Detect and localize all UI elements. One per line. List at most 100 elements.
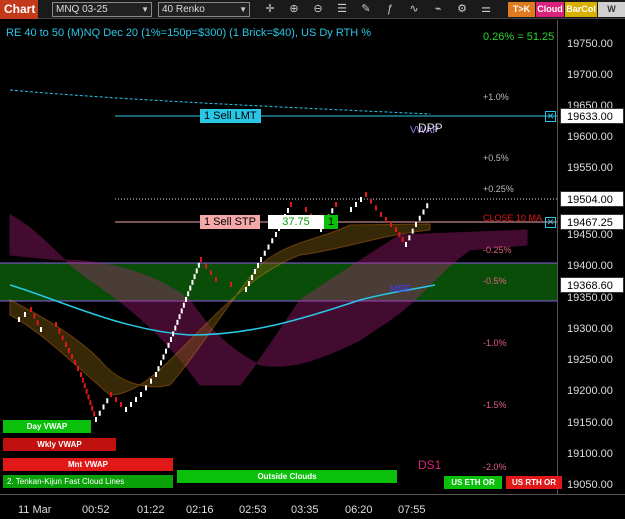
time-label: 07:55 [398,504,426,516]
renko-down-brick [230,282,232,287]
tenkan-kijun-legend[interactable]: 2. Tenkan-Kijun Fast Cloud Lines [3,475,173,488]
price-label: 19050.00 [567,479,613,491]
renko-up-brick [160,360,162,366]
renko-down-brick [55,322,57,327]
renko-down-brick [115,397,117,402]
renko-down-brick [120,402,122,407]
position-pnl[interactable]: 37.75 [268,215,324,229]
renko-down-brick [71,354,73,359]
renko-down-brick [80,372,82,377]
renko-down-brick [375,205,377,211]
sell-limit-order[interactable]: 1 Sell LMT [200,109,261,123]
chart-header-right: 0.26% = 51.25 [483,31,555,43]
renko-down-brick [365,192,367,197]
renko-down-brick [380,212,382,217]
renko-up-brick [263,250,266,256]
us-eth-or-legend[interactable]: US ETH OR [444,476,502,489]
price-label: 19250.00 [567,354,613,366]
renko-up-brick [271,238,274,244]
renko-up-brick [98,410,101,416]
renko-up-brick [162,354,165,360]
renko-up-brick [155,372,157,377]
time-label: 03:35 [291,504,319,516]
percent-level: +0.25% [483,184,514,194]
renko-down-brick [61,335,64,341]
renko-up-brick [180,308,183,314]
renko-up-brick [415,222,417,227]
renko-up-brick [418,215,421,221]
renko-down-brick [305,207,307,212]
renko-down-brick [33,313,36,319]
renko-up-brick [275,232,277,237]
price-label: 19100.00 [567,448,613,460]
us-rth-or-legend[interactable]: US RTH OR [506,476,562,489]
time-label: 01:22 [137,504,165,516]
renko-down-brick [68,348,70,353]
renko-down-brick [395,227,397,232]
renko-up-brick [245,287,247,292]
wkly-vwap-legend[interactable]: Wkly VWAP [3,438,116,451]
price-label: 19200.00 [567,385,613,397]
price-label: 19600.00 [567,131,613,143]
renko-up-brick [140,392,142,397]
day-vwap-legend[interactable]: Day VWAP [3,420,91,433]
renko-up-brick [287,208,289,213]
renko-down-brick [385,217,387,222]
price-marker-stp: 19467.25 [560,214,624,230]
close-icon[interactable]: ✕ [545,217,556,228]
outside-clouds-legend[interactable]: Outside Clouds [177,470,397,483]
renko-up-brick [170,337,172,342]
renko-down-brick [205,263,207,269]
percent-level: +0.5% [483,153,509,163]
renko-down-brick [83,383,86,389]
percent-level: -1.0% [483,338,507,348]
renko-down-brick [91,405,94,411]
renko-down-brick [89,400,92,406]
time-label: 02:16 [186,504,214,516]
renko-up-brick [172,331,175,337]
renko-up-brick [267,244,270,250]
time-label: 02:53 [239,504,267,516]
position-qty[interactable]: 1 [324,215,338,229]
renko-up-brick [408,235,411,241]
renko-down-brick [370,198,372,204]
ds1-label: DS1 [418,458,442,472]
renko-down-brick [36,320,39,326]
renko-up-brick [24,312,26,317]
renko-up-brick [331,208,334,214]
renko-up-brick [95,417,97,422]
renko-down-brick [335,202,337,207]
renko-up-brick [254,269,256,274]
renko-down-brick [30,307,32,312]
renko-up-brick [150,378,152,384]
mnt-vwap-legend[interactable]: Mnt VWAP [3,458,173,471]
sell-stop-order[interactable]: 1 Sell STP [200,215,260,229]
renko-up-brick [248,281,250,286]
price-marker-lmt: 19633.00 [560,108,624,124]
percent-level: -0.25% [483,245,512,255]
renko-down-brick [85,388,88,394]
renko-down-brick [401,237,404,242]
renko-up-brick [350,207,352,212]
renko-up-brick [185,297,187,302]
mbf-label: MBF [390,284,412,295]
renko-up-brick [145,385,147,391]
renko-down-brick [93,411,96,417]
price-label: 19150.00 [567,417,613,429]
renko-up-brick [18,317,20,322]
price-label: 19700.00 [567,69,613,81]
close-icon[interactable]: ✕ [545,111,556,122]
renko-down-brick [200,257,202,262]
dpp-label: DPP [418,121,443,135]
percent-level: -1.5% [483,400,507,410]
renko-up-brick [257,263,259,268]
renko-up-brick [174,325,177,331]
renko-up-brick [260,257,262,262]
percent-level: +1.0% [483,92,509,102]
renko-up-brick [411,228,414,234]
renko-up-brick [178,314,181,320]
renko-up-brick [360,197,362,202]
time-label: 06:20 [345,504,373,516]
renko-up-brick [176,319,179,325]
chart-header: RE 40 to 50 (M)NQ Dec 20 (1%=150p=$300) … [6,27,372,39]
